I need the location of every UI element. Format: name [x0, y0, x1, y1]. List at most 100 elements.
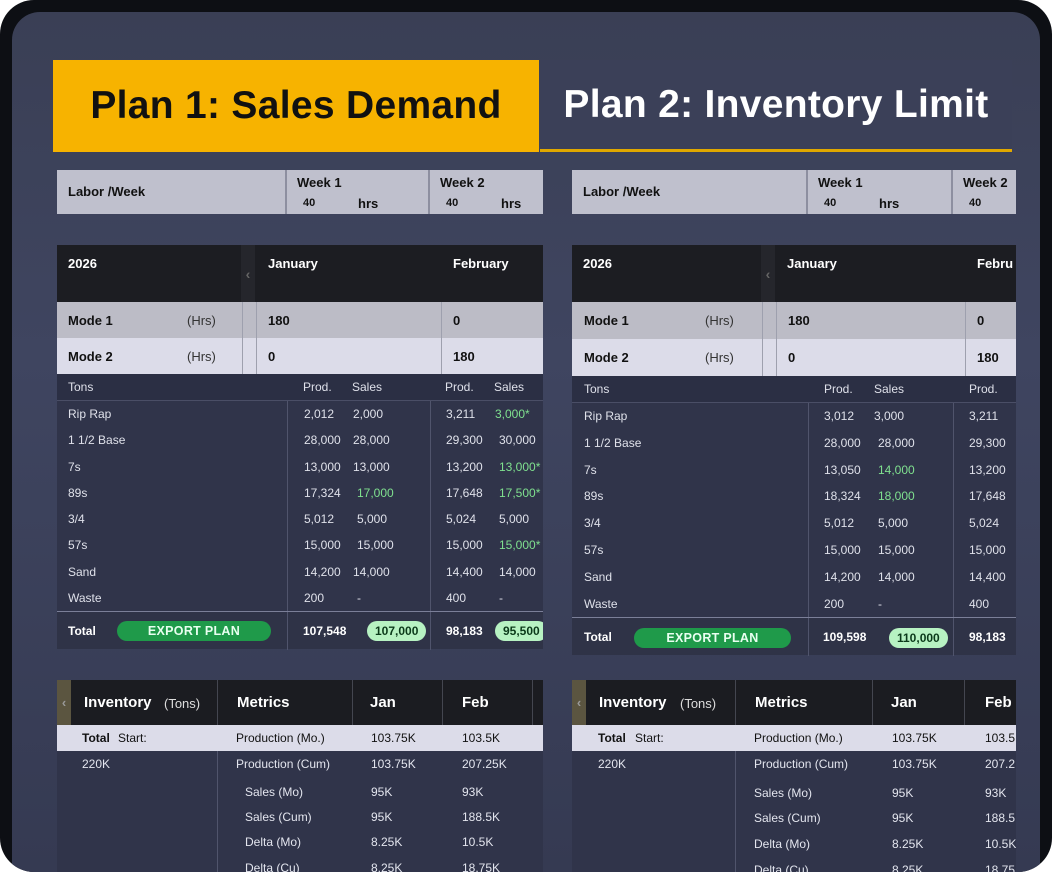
chevron-left-icon[interactable]: ‹ [572, 680, 586, 725]
table-cell: 207.25K [462, 757, 507, 771]
table-cell: 14,000 [353, 564, 390, 579]
table-row: 89s 18,324 18,000 17,648 [572, 483, 1016, 510]
week-1-cell[interactable]: Week 1 40 hrs [287, 170, 430, 214]
mode-2-jan-input[interactable]: 0 [268, 349, 275, 364]
chevron-left-icon[interactable]: ‹ [761, 245, 775, 302]
table-row: Delta (Cu) 8.25K 18.75K [57, 855, 543, 872]
table-cell: 14,200 [824, 569, 861, 584]
table-cell: 10.5K [985, 837, 1016, 851]
table-cell: 95K [892, 811, 914, 825]
table-row: Rip Rap 2,012 2,000 3,211 3,000* [57, 401, 543, 427]
inventory-table: ‹ Inventory (Tons) Metrics Jan Feb Total… [57, 680, 543, 872]
jan-sales-header: Sales [874, 382, 905, 396]
table-cell: 2,012 [304, 407, 335, 421]
column-divider [872, 680, 873, 725]
mode-1-label: Mode 1 [584, 313, 629, 328]
table-cell: 17,000 [357, 485, 394, 500]
table-cell: 7s [68, 459, 81, 474]
week-2-label: Week 2 [440, 175, 485, 190]
week-2-cell[interactable]: Week 2 40 [953, 170, 1016, 214]
table-cell: 188.5 [985, 811, 1016, 825]
tons-header: Tons Prod. Sales Prod. Sales [57, 374, 543, 401]
week-1-cell[interactable]: Week 1 40 hrs [808, 170, 953, 214]
table-cell: 103.75K [371, 731, 416, 745]
export-plan-button[interactable]: EXPORT PLAN [634, 628, 791, 649]
week-2-hours-input[interactable]: 40 [969, 197, 981, 209]
jan-prod-header: Prod. [303, 380, 332, 394]
table-cell: 13,000* [499, 459, 541, 474]
table-cell: 93K [462, 784, 484, 799]
year-label: 2026 [68, 256, 97, 271]
inventory-header: ‹ Inventory (Tons) Metrics Jan Feb [572, 680, 1016, 725]
table-cell: 5,000 [499, 512, 530, 527]
table-cell: 5,000 [878, 516, 909, 531]
table-cell: Sand [68, 564, 97, 579]
total-label: Total [68, 624, 96, 639]
week-1-unit: hrs [879, 196, 900, 211]
jan-sales-header: Sales [352, 380, 383, 394]
week-1-hours-input[interactable]: 40 [303, 197, 315, 209]
table-cell: 29,300 [446, 433, 483, 448]
table-row: Total Start: Production (Mo.) 103.75K 10… [572, 725, 1016, 751]
table-cell: Sand [584, 569, 613, 584]
table-cell: 18.75K [462, 860, 501, 872]
week-1-unit: hrs [358, 196, 379, 211]
table-cell: 13,000 [353, 459, 390, 474]
total-row: Total EXPORT PLAN 107,548 107,000 98,183… [57, 611, 543, 651]
mode-2-jan-input[interactable]: 0 [788, 350, 795, 365]
column-divider [735, 680, 736, 725]
table-cell: 14,200 [304, 564, 341, 579]
inv-jan-header: Jan [891, 694, 917, 711]
month-february: February [453, 256, 509, 271]
mode-1-jan-input[interactable]: 180 [268, 313, 290, 328]
table-row: 89s 17,324 17,000 17,648 17,500* [57, 480, 543, 506]
table-cell: Delta (Cu) [754, 863, 809, 872]
inventory-header: ‹ Inventory (Tons) Metrics Jan Feb [57, 680, 543, 725]
labor-label: Labor /Week [572, 170, 808, 214]
inv-jan-header: Jan [370, 694, 396, 711]
table-row: Delta (Mo) 8.25K 10.5K [57, 829, 543, 855]
export-plan-button[interactable]: EXPORT PLAN [117, 621, 271, 642]
jan-prod-header: Prod. [824, 382, 853, 396]
tab-plan-1[interactable]: Plan 1: Sales Demand [53, 60, 539, 152]
mode-1-jan-input[interactable]: 180 [788, 313, 810, 328]
chevron-left-icon[interactable]: ‹ [241, 245, 255, 302]
column-divider [808, 618, 809, 657]
chevron-left-icon[interactable]: ‹ [57, 680, 71, 725]
inventory-unit: (Tons) [164, 696, 201, 711]
table-row: 1 1/2 Base 28,000 28,000 29,300 [572, 430, 1016, 457]
inventory-body: Total Start: Production (Mo.) 103.75K 10… [57, 725, 543, 872]
total-row: Total EXPORT PLAN 109,598 110,000 98,183 [572, 617, 1016, 657]
table-cell: 28,000 [824, 435, 861, 450]
inv-feb-header: Feb [462, 694, 489, 711]
total-label: Total [584, 630, 612, 645]
table-row: 57s 15,000 15,000 15,000 [572, 537, 1016, 564]
table-row: Waste 200 - 400 - [57, 585, 543, 611]
mode-1-feb-input[interactable]: 0 [977, 313, 984, 328]
mode-2-feb-input[interactable]: 180 [453, 349, 475, 364]
mode-1-feb-input[interactable]: 0 [453, 313, 460, 328]
column-divider [441, 338, 442, 374]
total-feb-sales-badge: 95,500 [495, 621, 543, 642]
device-frame: Plan 1: Sales Demand Plan 2: Inventory L… [0, 0, 1052, 872]
inv-feb-header: Feb [985, 694, 1012, 711]
table-cell: 29,300 [969, 435, 1006, 450]
week-2-cell[interactable]: Week 2 40 hrs [430, 170, 543, 214]
week-1-hours-input[interactable]: 40 [824, 197, 836, 209]
table-row: Sales (Cum) 95K 188.5 [572, 805, 1016, 831]
column-divider [762, 302, 763, 339]
table-cell: 400 [446, 591, 467, 606]
table-row: Sales (Mo) 95K 93K [57, 777, 543, 804]
mode-2-label: Mode 2 [584, 350, 629, 365]
tab-plan-2[interactable]: Plan 2: Inventory Limit [540, 60, 1012, 152]
table-cell: 3/4 [584, 516, 601, 531]
table-cell: 28,000 [353, 433, 390, 448]
mode-2-feb-input[interactable]: 180 [977, 350, 999, 365]
table-cell: 8.25K [892, 863, 924, 872]
mode-2-row: Mode 2 (Hrs) 0 180 [57, 338, 543, 374]
table-cell: 8.25K [371, 835, 403, 850]
table-row: 220K Production (Cum) 103.75K 207.2 [572, 751, 1016, 777]
year-label: 2026 [583, 256, 612, 271]
week-2-hours-input[interactable]: 40 [446, 197, 458, 209]
table-cell: 103.75K [892, 731, 937, 745]
